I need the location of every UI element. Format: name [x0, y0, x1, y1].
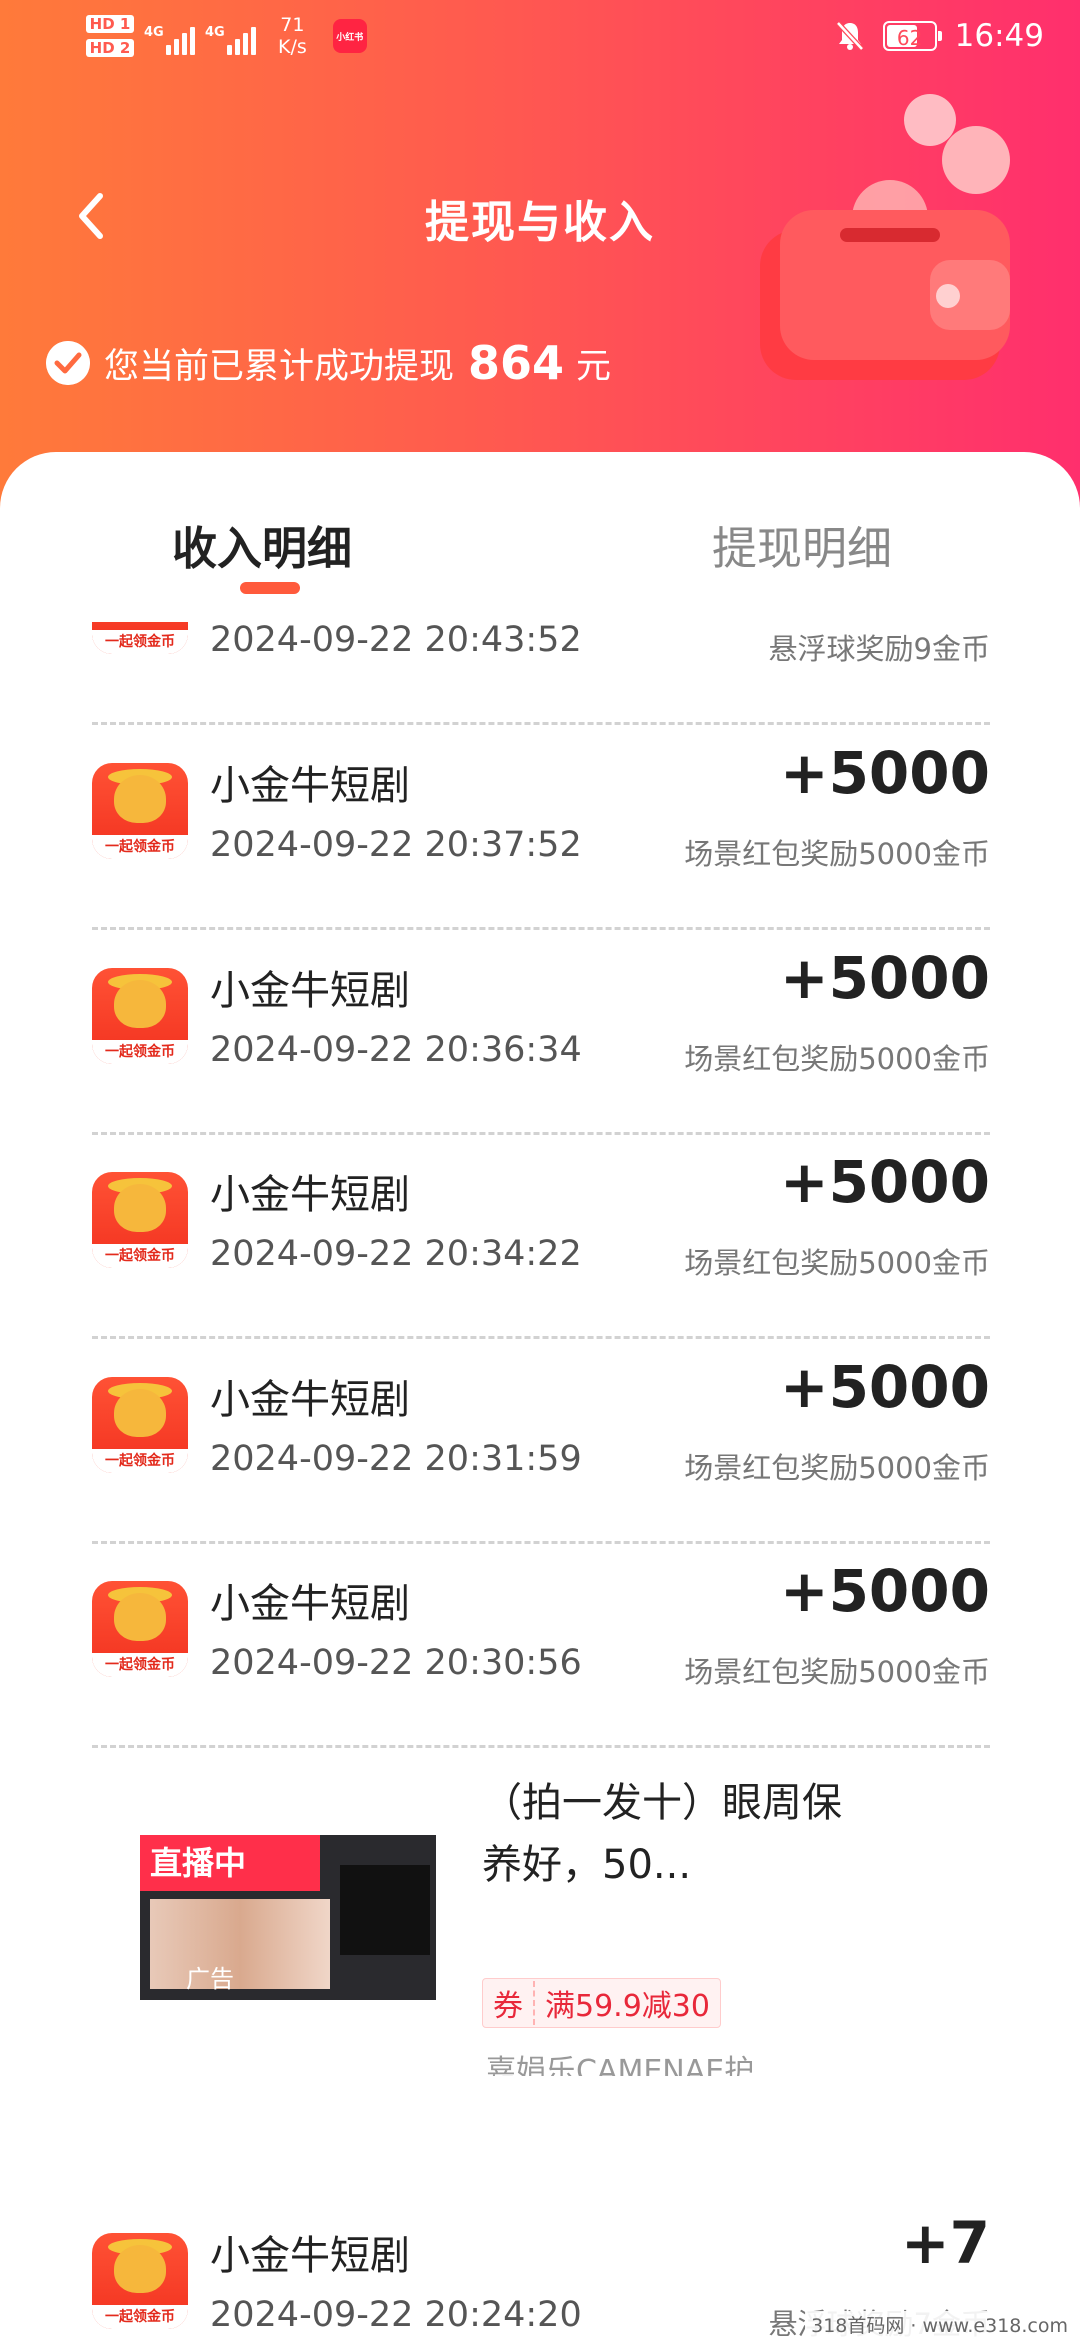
- record-amount: +5000: [779, 1353, 990, 1421]
- income-record[interactable]: 一起领金币 2024-09-22 20:43:52 悬浮球奖励9金币: [46, 622, 1036, 725]
- record-amount: +7: [901, 2209, 990, 2277]
- xiaojinniu-app-icon: 一起领金币: [92, 763, 188, 859]
- xiaojinniu-app-icon: 一起领金币: [92, 622, 188, 654]
- xiaojinniu-app-icon: 一起领金币: [92, 968, 188, 1064]
- summary-prefix: 您当前已累计成功提现: [104, 346, 455, 387]
- record-desc: 场景红包奖励5000金币: [684, 1451, 990, 1485]
- summary-unit: 元: [576, 346, 612, 387]
- income-record[interactable]: 一起领金币 小金牛短剧 2024-09-22 20:30:56 +5000 场景…: [46, 1543, 1036, 1748]
- record-desc: 场景红包奖励5000金币: [684, 1246, 990, 1280]
- battery-icon: 62: [882, 21, 942, 51]
- xiaohongshu-app-icon: 小红书: [332, 19, 367, 53]
- tab-active-indicator: [240, 582, 300, 594]
- record-time: 2024-09-22 20:24:20: [210, 2295, 582, 2335]
- coupon-text: 满59.9减30: [545, 1989, 710, 2024]
- signal-1-icon: 4G: [144, 25, 195, 55]
- summary-amount: 864: [468, 336, 565, 390]
- record-desc: 场景红包奖励5000金币: [684, 1655, 990, 1689]
- ad-live-thumbnail[interactable]: 直播中 广告: [140, 1835, 436, 2000]
- live-badge: 直播中: [140, 1835, 320, 1891]
- income-record[interactable]: 一起领金币 小金牛短剧 2024-09-22 20:34:22 +5000 场景…: [46, 1134, 1036, 1339]
- record-time: 2024-09-22 20:31:59: [210, 1439, 582, 1479]
- wallet-coins-illustration: [760, 94, 1010, 380]
- clock: 16:49: [954, 18, 1044, 54]
- tab-bar: 收入明细 提现明细: [0, 452, 1080, 622]
- income-record[interactable]: 一起领金币 小金牛短剧 2024-09-22 20:31:59 +5000 场景…: [46, 1339, 1036, 1544]
- xiaojinniu-app-icon: 一起领金币: [92, 1377, 188, 1473]
- hd-indicators: HD 1 HD 2: [86, 15, 134, 57]
- divider: [92, 1745, 990, 1748]
- income-list: 一起领金币 2024-09-22 20:43:52 悬浮球奖励9金币 一起领金币…: [46, 622, 1036, 2340]
- network-speed: 71 K/s: [278, 14, 307, 58]
- record-desc: 场景红包奖励5000金币: [684, 837, 990, 871]
- bell-muted-icon: [835, 21, 864, 51]
- hd-2-label: HD 2: [86, 39, 134, 57]
- tab-withdraw-details[interactable]: 提现明细: [712, 512, 892, 577]
- income-record[interactable]: 一起领金币 小金牛短剧 2024-09-22 20:36:34 +5000 场景…: [46, 930, 1036, 1135]
- ad-label: 广告: [186, 1965, 234, 1993]
- signal-2-icon: 4G: [205, 25, 256, 55]
- record-amount: +5000: [779, 1148, 990, 1216]
- xiaojinniu-app-icon: 一起领金币: [92, 1581, 188, 1677]
- record-time: 2024-09-22 20:30:56: [210, 1643, 582, 1683]
- watermark: 318首码网 · www.e318.com: [805, 2311, 1074, 2338]
- check-circle-icon: [46, 341, 90, 385]
- coupon-tag: 券: [483, 1981, 535, 2025]
- record-time: 2024-09-22 20:43:52: [210, 622, 582, 660]
- record-name: 小金牛短剧: [210, 1172, 410, 1218]
- record-amount: +5000: [779, 739, 990, 807]
- record-name: 小金牛短剧: [210, 763, 410, 809]
- record-amount: +5000: [779, 1557, 990, 1625]
- record-name: 小金牛短剧: [210, 1581, 410, 1627]
- income-record[interactable]: 一起领金币 小金牛短剧 2024-09-22 20:37:52 +5000 场景…: [46, 725, 1036, 930]
- coupon-badge: 券 满59.9减30: [482, 1978, 721, 2028]
- ad-title[interactable]: （拍一发十）眼周保养好，50...: [482, 1772, 842, 1896]
- record-desc: 场景红包奖励5000金币: [684, 1042, 990, 1076]
- record-time: 2024-09-22 20:37:52: [210, 825, 582, 865]
- tab-income-details[interactable]: 收入明细: [172, 512, 352, 577]
- hd-1-label: HD 1: [86, 15, 134, 33]
- xiaojinniu-app-icon: 一起领金币: [92, 2233, 188, 2329]
- record-name: 小金牛短剧: [210, 968, 410, 1014]
- ad-shop-name[interactable]: 嘉娟乐CAMENAE护...: [486, 2046, 816, 2076]
- record-time: 2024-09-22 20:34:22: [210, 1234, 582, 1274]
- record-desc: 悬浮球奖励9金币: [768, 632, 990, 666]
- record-time: 2024-09-22 20:36:34: [210, 1030, 582, 1070]
- header-banner: HD 1 HD 2 4G 4G 71 K/s 小红书 62 16:49 提现与收…: [0, 0, 1080, 520]
- withdraw-summary: 您当前已累计成功提现 864 元: [46, 336, 611, 390]
- record-name: 小金牛短剧: [210, 2233, 410, 2279]
- record-amount: +5000: [779, 944, 990, 1012]
- xiaojinniu-app-icon: 一起领金币: [92, 1172, 188, 1268]
- record-name: 小金牛短剧: [210, 1377, 410, 1423]
